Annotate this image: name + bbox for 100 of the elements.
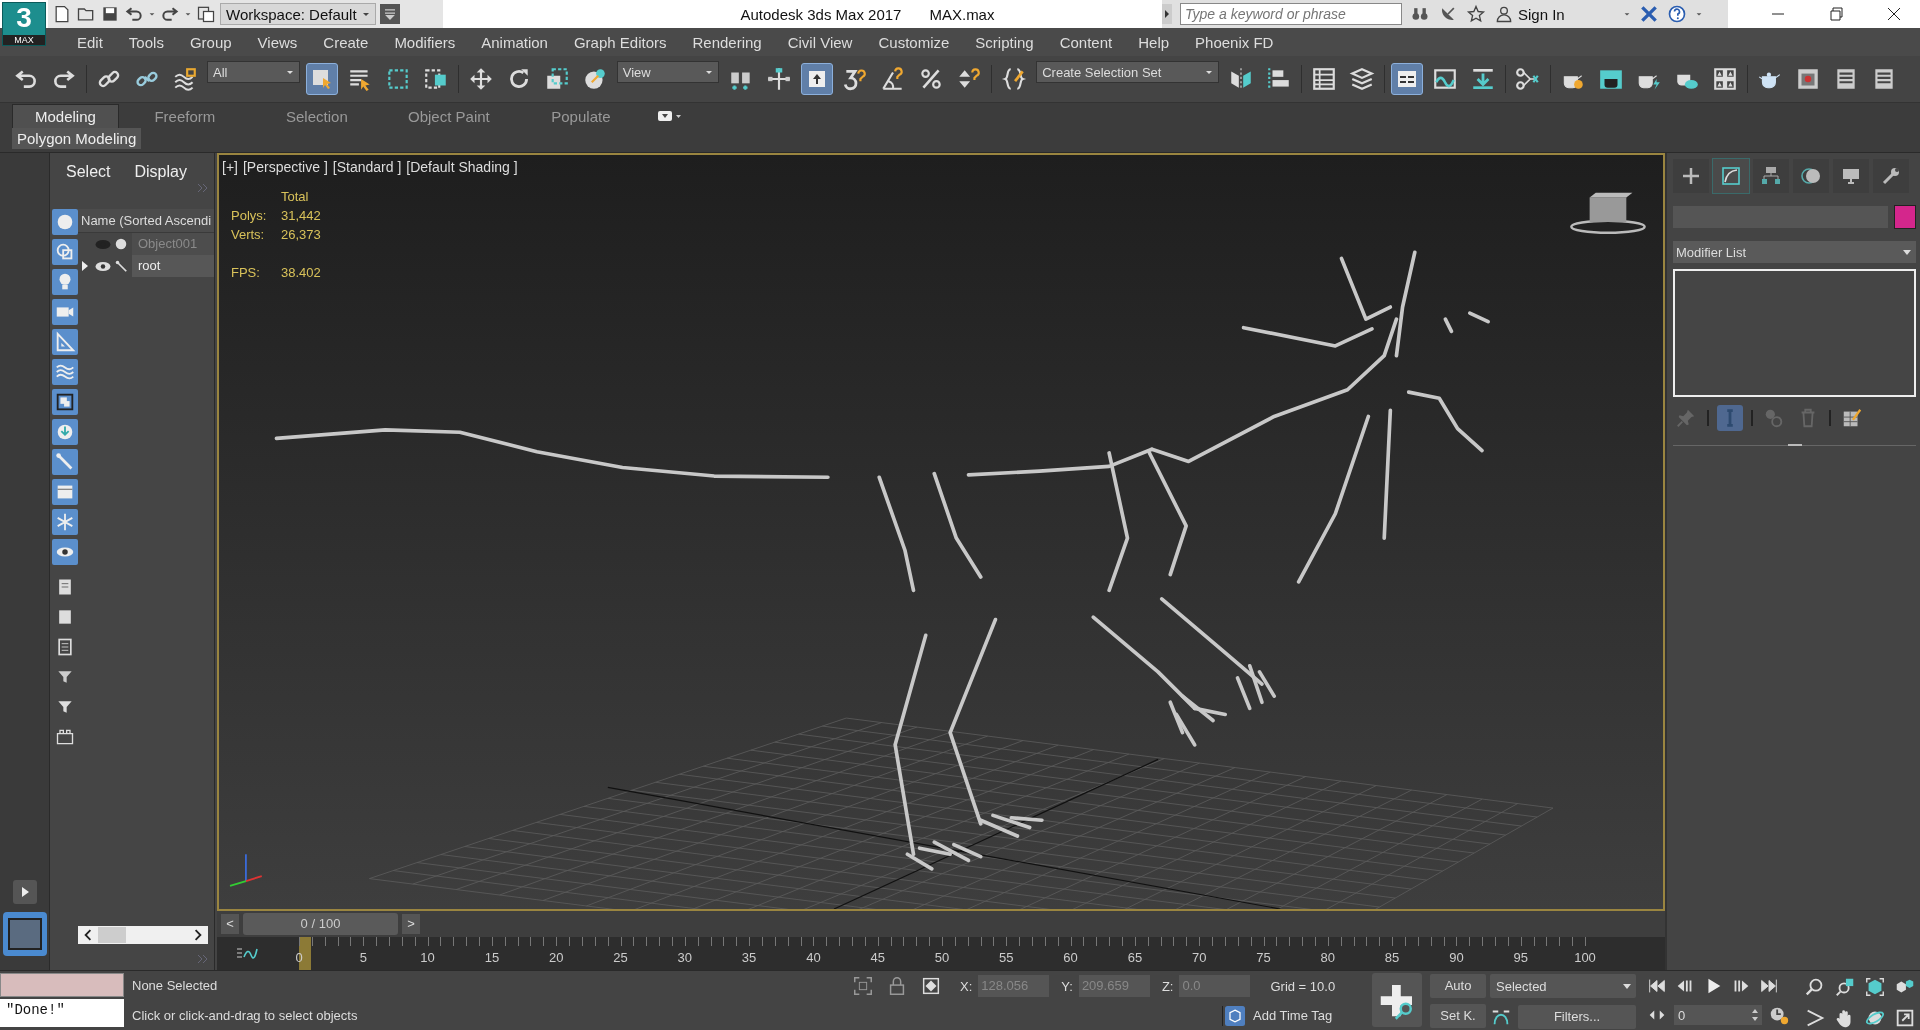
viewport-label[interactable]: [Perspective ] (242, 159, 328, 175)
frame-number: 85 (1384, 950, 1400, 965)
play-icon[interactable] (12, 880, 37, 904)
menu-item[interactable]: Graph Editors (560, 33, 680, 51)
next-frame-button[interactable]: > (402, 914, 420, 934)
hierarchy-icon[interactable] (1753, 159, 1789, 193)
expand-arrow-icon[interactable] (80, 259, 90, 273)
viewport-label[interactable]: [+] (222, 159, 238, 175)
ribbon-tab[interactable]: Modeling (12, 104, 119, 128)
previous-frame-button[interactable]: < (221, 914, 239, 934)
group-icon[interactable] (52, 389, 78, 415)
frame-number: 95 (1513, 950, 1528, 965)
key-filter-dropdown[interactable]: Selected (1490, 974, 1636, 998)
add-time-tag-button[interactable]: Add Time Tag (1222, 1005, 1333, 1026)
menu-item[interactable]: Help (1125, 33, 1183, 51)
menu-item[interactable]: Edit (64, 33, 116, 51)
menu-item[interactable]: Views (244, 33, 311, 51)
eye-icon[interactable] (52, 539, 78, 565)
scroll-right-icon[interactable] (192, 929, 204, 941)
tree-item[interactable]: root (132, 255, 214, 277)
exchange-icon[interactable] (1638, 4, 1659, 24)
modifier-list-dropdown[interactable]: Modifier List (1673, 241, 1916, 263)
spinner-arrows-icon[interactable] (1751, 1008, 1759, 1023)
ribbon-icon[interactable] (1391, 63, 1424, 95)
project-folder-icon[interactable] (196, 4, 216, 24)
ribbon-tab[interactable]: Freeform (118, 105, 251, 128)
toolbar-dropdown[interactable]: Create Selection Set (1036, 61, 1220, 83)
scroll-left-icon[interactable] (82, 929, 94, 941)
explorer-tab[interactable]: Display (134, 163, 187, 183)
menu-item[interactable]: Customize (865, 33, 963, 51)
viewport-label[interactable]: [Default Shading ] (406, 159, 518, 175)
maxscript-listener-field[interactable] (0, 973, 124, 997)
object-color-swatch[interactable] (1894, 205, 1916, 229)
bone-icon[interactable] (52, 449, 78, 475)
star-icon[interactable] (1466, 4, 1486, 24)
menu-item[interactable]: Phoenix FD (1182, 33, 1287, 51)
circles-icon[interactable] (1793, 159, 1829, 193)
menu-item[interactable]: Group (176, 33, 245, 51)
curve-frame-icon[interactable] (1713, 159, 1749, 193)
list-icon[interactable] (55, 637, 75, 657)
frame-number: 55 (999, 950, 1014, 965)
frame-number: 90 (1449, 950, 1464, 965)
horizontal-scrollbar[interactable] (78, 926, 208, 944)
menu-item[interactable]: Modifiers (381, 33, 469, 51)
ribbon-tab[interactable]: Selection (250, 105, 383, 128)
zoom-all-icon[interactable] (1834, 976, 1856, 999)
container-icon[interactable] (52, 479, 78, 505)
workspace-dropdown[interactable]: Workspace: Default (220, 3, 376, 25)
eye-icon[interactable] (94, 260, 112, 272)
frame-number: 30 (677, 950, 693, 965)
menu-item[interactable]: Rendering (679, 33, 775, 51)
viewport-layout-button[interactable] (2, 912, 47, 956)
toolbar-dropdown[interactable]: View (616, 61, 720, 83)
frame-number: 75 (1256, 950, 1271, 965)
menu-item[interactable]: Animation (468, 33, 561, 51)
stat-value: 26,373 (281, 227, 321, 242)
viewport-label[interactable]: [Standard ] (332, 159, 402, 175)
set-key-button[interactable]: Set K. (1430, 1004, 1486, 1028)
ribbon-panel-label[interactable]: Polygon Modeling (12, 128, 142, 149)
user-icon (1494, 4, 1514, 24)
ribbon-tab[interactable]: Object Paint (382, 105, 515, 128)
auto-key-button[interactable]: Auto (1430, 974, 1486, 998)
app-logo[interactable]: 3 MAX (2, 2, 46, 46)
viewport[interactable]: [+] [Perspective ] [Standard ] [Default Shading ] Total Polys: 31,442 Verts: 26,373 FPS: 38.402 (217, 153, 1665, 911)
modifier-stack[interactable] (1673, 269, 1916, 397)
sign-in-button[interactable]: Sign In (1494, 4, 1565, 24)
filters-button[interactable]: Filters... (1518, 1005, 1636, 1029)
menu-item[interactable]: Content (1046, 33, 1126, 51)
set-key-icon[interactable] (1372, 973, 1422, 1027)
caret-icon (1622, 981, 1632, 991)
cube-tag-icon (1225, 1005, 1245, 1026)
viewcube-icon[interactable] (1570, 192, 1646, 235)
menu-item[interactable]: Scripting (962, 33, 1047, 51)
menu-item[interactable]: Create (310, 33, 382, 51)
help-icon[interactable] (1666, 4, 1687, 24)
frame-icon[interactable] (55, 727, 75, 747)
menu-item[interactable]: Civil View (774, 33, 866, 51)
column-header[interactable]: Name (Sorted Ascendi (78, 209, 214, 233)
time-slider-thumb[interactable]: 0 / 100 (243, 913, 398, 935)
triangle-ruler-icon[interactable] (52, 329, 78, 355)
mini-curve-icon[interactable] (235, 945, 259, 961)
stats-header: Total (281, 189, 310, 204)
overflow-menu-icon[interactable] (380, 4, 400, 24)
ribbon-tab[interactable]: Populate (514, 105, 647, 128)
cube-frame-icon[interactable] (1864, 976, 1886, 999)
monitor-icon[interactable] (1833, 159, 1869, 193)
explorer-tab[interactable]: Select (66, 163, 111, 183)
toolbar-dropdown[interactable]: All (207, 61, 300, 83)
save-icon[interactable] (100, 4, 120, 24)
ribbon-options-icon[interactable] (656, 109, 683, 123)
maxscript-output-field[interactable]: "Done!" (0, 999, 124, 1027)
current-frame-field[interactable]: 0 (1674, 1005, 1762, 1026)
wrench-icon[interactable] (1873, 159, 1909, 193)
up-arrow-square-icon[interactable] (801, 63, 834, 95)
camera-icon[interactable] (52, 299, 78, 325)
plus-icon[interactable] (1673, 159, 1709, 193)
search-field[interactable]: Type a keyword or phrase (1180, 3, 1402, 25)
menu-item[interactable]: Tools (115, 33, 177, 51)
select-object-icon[interactable] (305, 63, 338, 95)
isolate-selection-icon[interactable] (852, 975, 874, 998)
